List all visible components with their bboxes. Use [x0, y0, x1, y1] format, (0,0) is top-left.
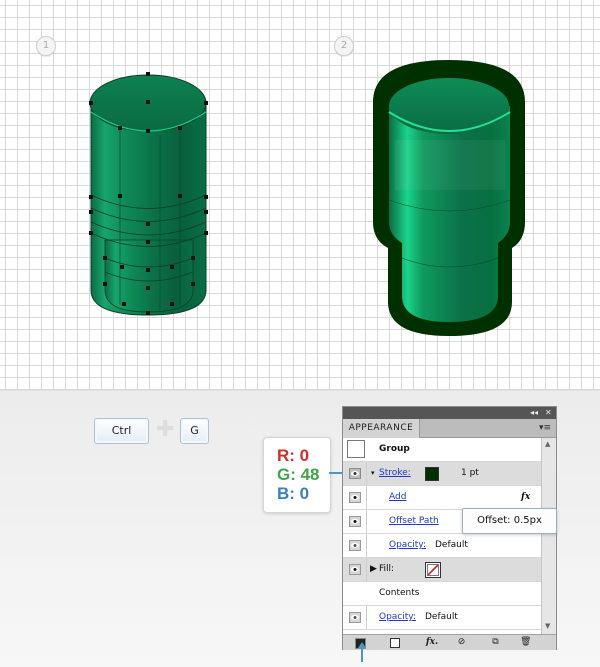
fx-icon[interactable]: fx [521, 486, 530, 509]
eye-icon [349, 468, 361, 479]
contents-label: Contents [379, 588, 420, 598]
group-label: Group [379, 444, 410, 454]
fill-none-swatch[interactable] [425, 562, 441, 578]
stroke-swatch[interactable] [425, 467, 439, 481]
fill-label[interactable]: Fill: [379, 558, 394, 581]
tab-appearance[interactable]: APPEARANCE [343, 419, 420, 438]
cylinder-selected[interactable] [86, 68, 218, 320]
inner-opacity-row[interactable]: Opacity: Default [343, 534, 541, 558]
panel-scrollbar[interactable]: ▲ ▼ [541, 438, 556, 634]
panel-tab-row: APPEARANCE ▾≡ [343, 419, 556, 438]
inner-opacity-label[interactable]: Opacity: [389, 534, 426, 557]
scroll-up-icon[interactable]: ▲ [545, 440, 550, 448]
duplicate-icon[interactable]: ⧉ [490, 637, 501, 648]
scroll-down-icon[interactable]: ▼ [545, 622, 550, 630]
fx-icon[interactable]: fx. [423, 637, 441, 648]
stroke-visibility-toggle[interactable] [343, 462, 367, 485]
add-visibility-toggle[interactable] [343, 486, 367, 509]
offset-path-visibility-toggle[interactable] [343, 510, 367, 533]
step-badge-2: 2 [334, 36, 354, 56]
color-readout: R: 0 G: 48 B: 0 [263, 437, 331, 513]
outer-opacity-visibility-toggle[interactable] [343, 606, 367, 629]
eye-icon [349, 540, 361, 551]
panel-footer: fx. ⊘ ⧉ 🗑 [343, 634, 556, 650]
group-row[interactable]: Group [343, 438, 541, 462]
step-badge-1: 1 [36, 36, 56, 56]
g-key: G [180, 418, 209, 444]
stroke-weight[interactable]: 1 pt [461, 462, 479, 485]
green-value: G: 48 [277, 465, 320, 484]
arrow-up-icon [358, 642, 366, 662]
appearance-list: Group ▾ Stroke: 1 pt Add fx Offset Path [343, 438, 541, 634]
fill-row[interactable]: ▶ Fill: [343, 558, 541, 582]
group-thumbnail [347, 440, 365, 458]
eye-icon [349, 564, 361, 575]
eye-icon [349, 516, 361, 527]
panel-menu-icon[interactable]: ▾≡ [539, 419, 551, 437]
eye-icon [349, 492, 361, 503]
offset-tooltip: Offset: 0.5px [462, 508, 557, 534]
plus-icon: ✚ [156, 417, 175, 442]
outer-opacity-value: Default [425, 612, 458, 622]
stroke-row[interactable]: ▾ Stroke: 1 pt [343, 462, 541, 486]
trash-icon[interactable]: 🗑 [520, 637, 531, 648]
panel-titlebar[interactable]: ◂◂ ✕ [343, 407, 556, 419]
outer-opacity-label[interactable]: Opacity: [379, 606, 416, 629]
outer-opacity-row[interactable]: Opacity: Default [343, 606, 541, 630]
contents-row[interactable]: Contents [343, 582, 541, 606]
add-effect-row: Add fx [343, 486, 541, 510]
blue-value: B: 0 [277, 484, 310, 503]
inner-opacity-value: Default [435, 540, 468, 550]
stroke-label[interactable]: Stroke: [379, 462, 411, 485]
clear-icon[interactable]: ⊘ [456, 637, 467, 648]
fill-disclosure-icon[interactable]: ▶ [370, 558, 377, 581]
ctrl-key: Ctrl [94, 418, 149, 444]
add-link[interactable]: Add [389, 486, 406, 509]
close-icon[interactable]: ✕ [545, 407, 552, 419]
artboard-canvas[interactable]: 1 2 [0, 0, 600, 390]
eye-icon [349, 612, 361, 623]
cylinder-with-stroke[interactable] [370, 58, 528, 338]
inner-opacity-visibility-toggle[interactable] [343, 534, 367, 557]
red-value: R: 0 [277, 446, 310, 465]
offset-path-link[interactable]: Offset Path [389, 510, 439, 533]
new-art-icon[interactable] [390, 638, 400, 648]
collapse-icon[interactable]: ◂◂ [530, 407, 538, 419]
disclosure-triangle-icon[interactable]: ▾ [371, 462, 375, 485]
fill-visibility-toggle[interactable] [343, 558, 367, 581]
